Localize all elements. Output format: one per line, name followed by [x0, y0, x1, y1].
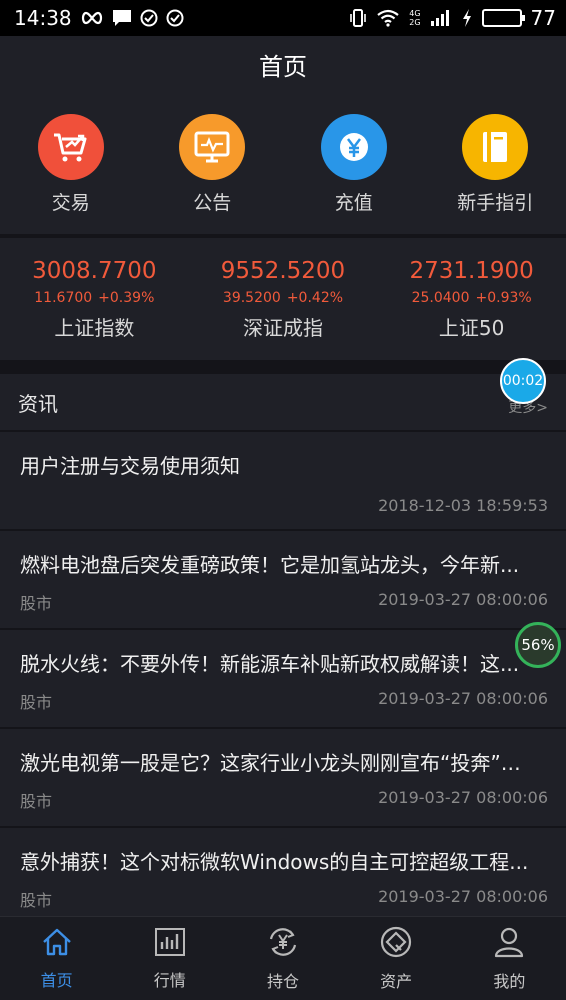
nav-home-label: 首页 [40, 970, 73, 990]
index-shenzhen[interactable]: 9552.5200 39.5200 +0.42% 深证成指 [193, 258, 373, 360]
signal-icon [430, 9, 452, 27]
list-item[interactable]: 激光电视第一股是它？这家行业小龙头刚刚宣布“投奔”科... 股市 2019-03… [0, 729, 566, 828]
trade-cart-icon [37, 114, 104, 180]
asset-icon [379, 926, 413, 962]
monitor-icon [179, 114, 246, 180]
news-time: 2019-03-27 08:00:06 [378, 590, 548, 609]
news-time: 2019-03-27 08:00:06 [378, 788, 548, 807]
list-item[interactable]: 意外捕获！这个对标微软Windows的自主可控超级工程... 股市 2019-0… [0, 828, 566, 927]
battery-percent: 77 [530, 6, 556, 30]
status-time: 14:38 [14, 6, 72, 30]
yen-refresh-icon [266, 926, 300, 962]
nav-home[interactable]: 首页 [7, 927, 107, 991]
action-announcement[interactable]: 公告 [142, 114, 282, 215]
check-circle-icon [140, 9, 158, 27]
index-change-amount: 25.0400 [411, 290, 470, 306]
network-2g-label: 2G [409, 18, 421, 27]
nav-holdings-label: 持仓 [266, 971, 299, 991]
wifi-icon [376, 9, 400, 27]
nav-assets-label: 资产 [380, 971, 413, 991]
nav-market[interactable]: 行情 [120, 927, 220, 991]
news-meta: 2018-12-03 18:59:53 [20, 496, 548, 515]
news-time: 2018-12-03 18:59:53 [378, 496, 548, 515]
action-recharge[interactable]: 充值 [284, 114, 424, 215]
battery-icon [481, 9, 525, 27]
quick-actions: 交易 公告 充值 新手指引 [0, 92, 566, 234]
nav-market-label: 行情 [153, 970, 186, 990]
action-announcement-label: 公告 [193, 192, 232, 214]
infinity-icon [80, 11, 104, 25]
news-header: 资讯 更多> [0, 374, 566, 430]
index-sse50[interactable]: 2731.1900 25.0400 +0.93% 上证50 [382, 258, 562, 360]
nav-assets[interactable]: 资产 [346, 926, 446, 992]
yen-coin-icon [320, 114, 387, 180]
check-circle-icon [166, 9, 184, 27]
index-name: 上证指数 [54, 316, 135, 340]
status-bar: 14:38 4G 2G 77 [0, 0, 566, 36]
news-meta: 股市 2019-03-27 08:00:06 [20, 590, 548, 614]
list-item[interactable]: 脱水火线：不要外传！新能源车补贴新政权威解读！这... 股市 2019-03-2… [0, 630, 566, 729]
network-4g-label: 4G [409, 9, 421, 18]
index-change: 25.0400 +0.93% [382, 290, 562, 306]
news-title: 激光电视第一股是它？这家行业小龙头刚刚宣布“投奔”科... [20, 751, 532, 775]
page-title: 首页 [259, 52, 307, 81]
progress-label: 56% [521, 636, 555, 654]
action-guide-label: 新手指引 [457, 192, 534, 214]
news-title: 燃料电池盘后突发重磅政策！它是加氢站龙头，今年新... [20, 553, 520, 577]
action-recharge-label: 充值 [334, 192, 373, 214]
news-title: 意外捕获！这个对标微软Windows的自主可控超级工程... [20, 850, 529, 874]
news-section-title: 资讯 [18, 391, 58, 416]
news-tag: 股市 [20, 594, 53, 613]
news-meta: 股市 2019-03-27 08:00:06 [20, 689, 548, 713]
nav-profile-label: 我的 [493, 971, 526, 991]
index-shanghai[interactable]: 3008.7700 11.6700 +0.39% 上证指数 [4, 258, 184, 360]
news-meta: 股市 2019-03-27 08:00:06 [20, 788, 548, 812]
action-trade-label: 交易 [51, 192, 90, 214]
market-indices: 3008.7700 11.6700 +0.39% 上证指数 9552.5200 3… [0, 238, 566, 360]
index-name: 上证50 [438, 316, 505, 340]
home-icon [41, 927, 73, 961]
user-icon [493, 926, 525, 962]
index-change-percent: +0.93% [475, 290, 532, 306]
news-meta: 股市 2019-03-27 08:00:06 [20, 887, 548, 911]
page-header: 首页 [0, 36, 566, 92]
floating-timer-bubble[interactable]: 00:02 [500, 358, 546, 404]
floating-progress-bubble[interactable]: 56% [515, 622, 561, 668]
action-guide[interactable]: 新手指引 [425, 114, 565, 215]
book-icon [462, 114, 529, 180]
message-icon [112, 9, 132, 27]
index-name: 深证成指 [242, 316, 323, 340]
nav-holdings[interactable]: 持仓 [233, 926, 333, 992]
index-change-amount: 11.6700 [34, 290, 93, 306]
nav-profile[interactable]: 我的 [459, 926, 559, 992]
charging-icon [461, 8, 473, 28]
bottom-nav: 首页 行情 持仓 资产 我的 [0, 916, 566, 1000]
news-time: 2019-03-27 08:00:06 [378, 887, 548, 906]
index-change: 11.6700 +0.39% [4, 290, 184, 306]
index-value: 9552.5200 [220, 258, 346, 284]
news-title: 用户注册与交易使用须知 [20, 454, 240, 478]
news-tag: 股市 [20, 891, 53, 910]
index-value: 3008.7700 [32, 258, 157, 284]
index-change-amount: 39.5200 [222, 290, 281, 306]
index-change-percent: +0.42% [286, 290, 344, 306]
news-tag: 股市 [20, 693, 53, 712]
list-item[interactable]: 燃料电池盘后突发重磅政策！它是加氢站龙头，今年新... 股市 2019-03-2… [0, 531, 566, 630]
index-value: 2731.1900 [409, 258, 534, 284]
news-title: 脱水火线：不要外传！新能源车补贴新政权威解读！这... [20, 652, 520, 676]
list-item[interactable]: 用户注册与交易使用须知 2018-12-03 18:59:53 [0, 432, 566, 531]
action-trade[interactable]: 交易 [1, 114, 141, 215]
vibrate-icon [349, 8, 367, 28]
index-change: 39.5200 +0.42% [193, 290, 373, 306]
chart-icon [154, 927, 186, 961]
news-time: 2019-03-27 08:00:06 [378, 689, 548, 708]
timer-label: 00:02 [502, 373, 544, 389]
network-indicator: 4G 2G [409, 9, 420, 27]
news-tag: 股市 [20, 792, 53, 811]
news-list: 用户注册与交易使用须知 2018-12-03 18:59:53 燃料电池盘后突发… [0, 432, 566, 927]
section-divider [0, 360, 566, 374]
index-change-percent: +0.39% [98, 290, 155, 306]
